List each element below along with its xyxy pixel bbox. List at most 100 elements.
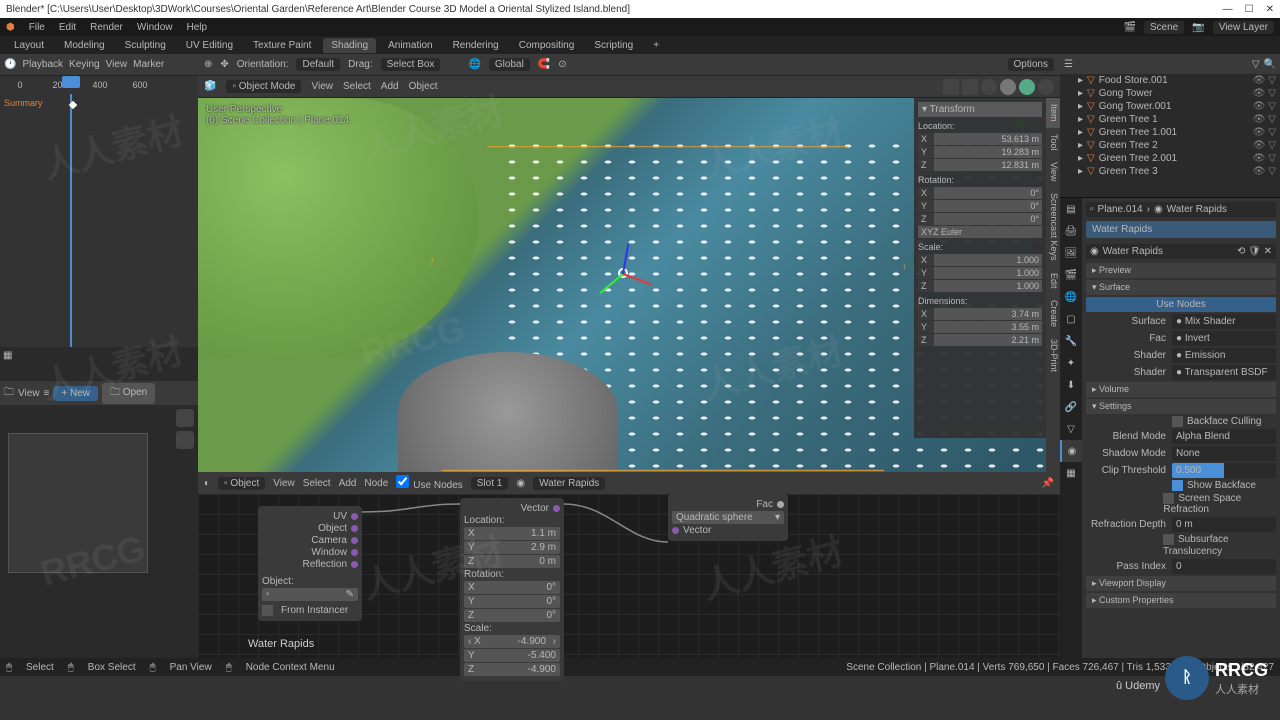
crumb-material[interactable]: Water Rapids [1167, 204, 1227, 215]
node-gradient[interactable]: Fac Quadratic sphere▾ Vector [668, 494, 788, 541]
editor-type-3d-icon[interactable]: 🧊 [204, 81, 216, 92]
use-nodes-button[interactable]: Use Nodes [1086, 297, 1276, 312]
ptab-world[interactable]: 🌐 [1060, 286, 1082, 308]
ptab-constraints[interactable]: 🔗 [1060, 396, 1082, 418]
shading-render-icon[interactable] [1038, 79, 1054, 95]
ntab-create[interactable]: Create [1046, 294, 1060, 333]
shader1[interactable]: ● Emission [1172, 348, 1276, 363]
ws-shading[interactable]: Shading [323, 38, 376, 53]
panel-settings[interactable]: Settings [1086, 399, 1276, 414]
use-nodes-toggle[interactable]: Use Nodes [396, 475, 462, 491]
overlay-toggle-icon[interactable] [943, 79, 959, 95]
pass-index[interactable]: 0 [1172, 559, 1276, 574]
scene-selector[interactable]: Scene [1144, 21, 1184, 34]
menu-render[interactable]: Render [90, 22, 123, 33]
map-lz[interactable]: 0 m [535, 555, 560, 568]
vp-menu-select[interactable]: Select [343, 81, 371, 92]
scale-y[interactable]: 1.000 [934, 267, 1042, 279]
tl-marker[interactable]: Marker [133, 59, 164, 70]
menu-file[interactable]: File [29, 22, 45, 33]
ptab-particles[interactable]: ✦ [1060, 352, 1082, 374]
fb-list-icon[interactable]: ≡ [44, 388, 50, 399]
move-tool-icon[interactable]: ✥ [220, 59, 228, 70]
map-ly[interactable]: 2.9 m [527, 541, 560, 554]
blend-mode[interactable]: Alpha Blend [1172, 429, 1276, 444]
dim-y[interactable]: 3.55 m [934, 321, 1042, 333]
fb-icon[interactable]: 🗀 [4, 385, 14, 402]
node-menu-view[interactable]: View [273, 478, 295, 489]
node-mapping[interactable]: Vector Location: X1.1 m Y2.9 m Z0 m Rota… [460, 498, 564, 681]
rot-z[interactable]: 0° [934, 213, 1042, 225]
scale-z[interactable]: 1.000 [934, 280, 1042, 292]
tl-keying[interactable]: Keying [69, 59, 100, 70]
ntab-edit[interactable]: Edit [1046, 267, 1060, 295]
dopesheet-summary[interactable]: Summary [4, 98, 43, 108]
node-editor-icon[interactable]: ◐ [204, 478, 210, 489]
outliner-item[interactable]: ▸▽Food Store.001👁▽ [1060, 74, 1280, 87]
playhead[interactable] [62, 76, 80, 88]
dim-z[interactable]: 2.21 m [934, 334, 1042, 346]
map-ry[interactable]: 0° [542, 595, 560, 608]
timeline-ruler[interactable]: 0 200 400 600 [0, 76, 198, 94]
loc-z[interactable]: 12.831 m [934, 159, 1042, 171]
outliner-search-icon[interactable]: 🔍 [1264, 59, 1276, 70]
show-backface-toggle[interactable]: Show Backface [1172, 480, 1256, 491]
clip-threshold[interactable]: 0.500 [1172, 463, 1276, 478]
fac-input[interactable]: ● Invert [1172, 331, 1276, 346]
loc-x[interactable]: 53.613 m [934, 133, 1042, 145]
shader2[interactable]: ● Transparent BSDF [1172, 365, 1276, 380]
vp-menu-add[interactable]: Add [381, 81, 399, 92]
fb-new-button[interactable]: + New [53, 386, 98, 401]
surface-shader[interactable]: ● Mix Shader [1172, 314, 1276, 329]
cursor-tool-icon[interactable]: ⊕ [204, 59, 212, 70]
node-type[interactable]: ▫ Object [218, 477, 265, 490]
panel-preview[interactable]: Preview [1086, 263, 1276, 278]
from-instancer-toggle[interactable]: From Instancer [281, 605, 348, 616]
ws-rendering[interactable]: Rendering [445, 38, 507, 53]
panel-viewport-display[interactable]: Viewport Display [1086, 576, 1276, 591]
transform-space-icon[interactable]: 🌐 [468, 59, 480, 70]
maximize-icon[interactable]: ☐ [1245, 4, 1254, 15]
ntab-tool[interactable]: Tool [1046, 128, 1060, 157]
filebrowser-body[interactable] [0, 405, 198, 658]
ws-modeling[interactable]: Modeling [56, 38, 113, 53]
ptab-modifiers[interactable]: 🔧 [1060, 330, 1082, 352]
ws-scripting[interactable]: Scripting [586, 38, 641, 53]
ws-compositing[interactable]: Compositing [511, 38, 583, 53]
fb-open-button[interactable]: 🗀 Open [102, 383, 155, 404]
eyedropper-icon[interactable]: ✎ [342, 588, 358, 601]
drag-mode[interactable]: Select Box [381, 58, 441, 71]
refraction-depth[interactable]: 0 m [1172, 517, 1276, 532]
transform-space[interactable]: Global [489, 58, 530, 71]
shading-wire-icon[interactable] [981, 79, 997, 95]
ptab-texture[interactable]: ▦ [1060, 462, 1082, 484]
proportional-icon[interactable]: ⊙ [558, 59, 566, 70]
node-menu-select[interactable]: Select [303, 478, 331, 489]
node-menu-add[interactable]: Add [339, 478, 357, 489]
dim-x[interactable]: 3.74 m [934, 308, 1042, 320]
ntab-item[interactable]: Item [1046, 98, 1060, 128]
ptab-output[interactable]: 🖨 [1060, 220, 1082, 242]
ntab-view[interactable]: View [1046, 156, 1060, 187]
node-texture-coord[interactable]: UV Object Camera Window Reflection Objec… [258, 506, 362, 621]
fb-view[interactable]: View [18, 388, 40, 399]
menu-help[interactable]: Help [186, 22, 207, 33]
close-icon[interactable]: ✕ [1266, 4, 1274, 15]
panel-custom-properties[interactable]: Custom Properties [1086, 593, 1276, 608]
ws-uv[interactable]: UV Editing [178, 38, 241, 53]
outliner-item[interactable]: ▸▽Gong Tower👁▽ [1060, 87, 1280, 100]
blender-icon[interactable]: ⬢ [6, 22, 15, 33]
ws-sculpting[interactable]: Sculpting [117, 38, 174, 53]
panel-surface[interactable]: Surface [1086, 280, 1276, 295]
map-rx[interactable]: 0° [542, 581, 560, 594]
menu-window[interactable]: Window [137, 22, 173, 33]
material-name[interactable]: Water Rapids [533, 477, 605, 490]
options-dropdown[interactable]: Options [1008, 58, 1054, 71]
ntab-screencast[interactable]: Screencast Keys [1046, 187, 1060, 267]
map-lx[interactable]: 1.1 m [527, 527, 560, 540]
ptab-physics[interactable]: ⬇ [1060, 374, 1082, 396]
mode-selector[interactable]: ▫ Object Mode [226, 80, 301, 93]
scale-x[interactable]: 1.000 [934, 254, 1042, 266]
outliner-item[interactable]: ▸▽Green Tree 1👁▽ [1060, 113, 1280, 126]
outliner-item[interactable]: ▸▽Green Tree 2.001👁▽ [1060, 152, 1280, 165]
